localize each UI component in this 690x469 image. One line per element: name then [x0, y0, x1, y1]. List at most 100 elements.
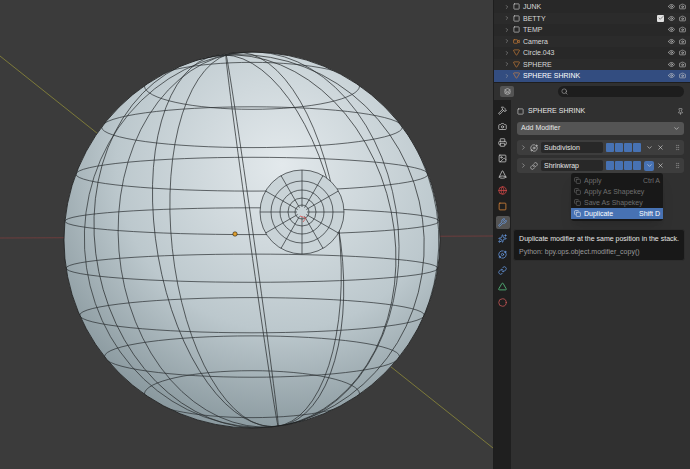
remove-icon[interactable]: [657, 144, 664, 151]
outliner-name[interactable]: SPHERE: [523, 61, 552, 68]
collapse-arrow-icon[interactable]: [520, 162, 527, 169]
remove-icon[interactable]: [657, 162, 664, 169]
outliner-name[interactable]: BETTY: [523, 15, 546, 22]
menu-item[interactable]: ApplyCtrl A: [571, 175, 663, 186]
pin-icon[interactable]: [677, 108, 684, 115]
outliner-row[interactable]: Camera: [494, 36, 690, 48]
viewport[interactable]: [0, 0, 493, 469]
outliner-row[interactable]: JUNK: [494, 1, 690, 13]
eye-icon[interactable]: [668, 49, 675, 56]
properties-tab[interactable]: [496, 200, 510, 213]
modifier-menu-button[interactable]: [644, 143, 654, 153]
viewport-toggle[interactable]: [624, 161, 632, 170]
mesh-object-icon: [513, 61, 520, 68]
eye-icon[interactable]: [668, 15, 675, 22]
modifier-name-field[interactable]: Shrinkwrap: [541, 160, 603, 171]
modifier-tab-content: SPHERE SHRINK Add Modifier Subdivision Shri…: [511, 100, 690, 469]
render-camera-icon[interactable]: [679, 72, 686, 79]
outliner-row[interactable]: SPHERE SHRINK: [494, 70, 690, 82]
viewport-toggle[interactable]: [624, 143, 632, 152]
modifier-toggles: [606, 161, 641, 170]
render-camera-icon[interactable]: [679, 49, 686, 56]
mesh-object-icon: [513, 49, 520, 56]
row-toggles: [668, 72, 686, 79]
outliner-name[interactable]: TEMP: [523, 26, 542, 33]
render-camera-icon[interactable]: [679, 38, 686, 45]
eye-icon[interactable]: [668, 3, 675, 10]
render-camera-icon[interactable]: [679, 3, 686, 10]
modifier-name-field[interactable]: Subdivision: [541, 142, 603, 153]
eye-icon[interactable]: [668, 38, 675, 45]
view-layer-icon: [498, 154, 507, 163]
expand-arrow-icon[interactable]: [504, 15, 510, 21]
expand-arrow-icon[interactable]: [504, 27, 510, 33]
object-name: SPHERE SHRINK: [528, 106, 585, 117]
physics-icon: [498, 250, 507, 259]
drag-handle-icon[interactable]: [674, 144, 681, 151]
properties-tab[interactable]: [496, 232, 510, 245]
world-icon: [498, 186, 507, 195]
row-toggles: [668, 38, 686, 45]
expand-arrow-icon[interactable]: [504, 4, 510, 10]
render-toggle[interactable]: [633, 161, 641, 170]
expand-arrow-icon[interactable]: [504, 73, 510, 79]
eye-icon[interactable]: [668, 61, 675, 68]
menu-item-icon: [574, 199, 581, 206]
properties-tab[interactable]: [496, 184, 510, 197]
edit-toggle[interactable]: [606, 161, 614, 170]
outliner-row[interactable]: TEMP: [494, 24, 690, 36]
blender-window: JUNK BETTY TEMP Camera Circle.043 SPHERE SPHER…: [0, 0, 690, 469]
outliner-row[interactable]: SPHERE: [494, 59, 690, 71]
render-toggle[interactable]: [633, 143, 641, 152]
properties-tab[interactable]: [496, 296, 510, 309]
menu-item[interactable]: Save As Shapekey: [571, 197, 663, 208]
search-field[interactable]: [558, 86, 684, 97]
outliner-row[interactable]: Circle.043: [494, 47, 690, 59]
outliner-name[interactable]: JUNK: [523, 3, 541, 10]
outliner-name[interactable]: SPHERE SHRINK: [523, 72, 580, 79]
properties-tab[interactable]: [496, 152, 510, 165]
outliner-name[interactable]: Circle.043: [523, 49, 555, 56]
properties-tab[interactable]: [496, 216, 510, 229]
render-camera-icon[interactable]: [679, 15, 686, 22]
properties-tab[interactable]: [496, 168, 510, 181]
exclude-checkbox[interactable]: [657, 15, 664, 22]
add-modifier-dropdown[interactable]: Add Modifier: [517, 122, 684, 135]
properties-tab[interactable]: [496, 104, 510, 117]
render-camera-icon[interactable]: [679, 61, 686, 68]
menu-item-icon: [574, 188, 581, 195]
properties-tab[interactable]: [496, 280, 510, 293]
editor-type-icon: [504, 88, 511, 95]
expand-arrow-icon[interactable]: [504, 61, 510, 67]
properties-tab[interactable]: [496, 264, 510, 277]
menu-item-icon: [574, 177, 581, 184]
modifier-menu-button[interactable]: [644, 161, 654, 171]
menu-item[interactable]: DuplicateShift D: [571, 208, 663, 219]
editor-type-button[interactable]: [500, 86, 514, 97]
modifier-panel[interactable]: Subdivision: [517, 140, 684, 155]
expand-arrow-icon[interactable]: [504, 38, 510, 44]
drag-handle-icon[interactable]: [674, 162, 681, 169]
shrinkwrap-icon: [530, 162, 538, 170]
outliner-row[interactable]: BETTY: [494, 13, 690, 25]
properties-tab[interactable]: [496, 120, 510, 133]
cage-toggle[interactable]: [615, 161, 623, 170]
cage-toggle[interactable]: [615, 143, 623, 152]
properties-editor: SPHERE SHRINK Add Modifier Subdivision Shri…: [494, 82, 690, 469]
collapse-arrow-icon[interactable]: [520, 144, 527, 151]
menu-item[interactable]: Apply As Shapekey: [571, 186, 663, 197]
render-camera-icon[interactable]: [679, 26, 686, 33]
sphere-mesh-icon[interactable]: [0, 0, 493, 469]
row-toggles: [668, 3, 686, 10]
add-modifier-label: Add Modifier: [521, 123, 560, 134]
edit-toggle[interactable]: [606, 143, 614, 152]
properties-tab[interactable]: [496, 248, 510, 261]
properties-header: [494, 82, 690, 100]
outliner-name[interactable]: Camera: [523, 38, 548, 45]
expand-arrow-icon[interactable]: [504, 50, 510, 56]
collection-icon: [513, 15, 520, 22]
eye-icon[interactable]: [668, 72, 675, 79]
properties-tab[interactable]: [496, 136, 510, 149]
eye-icon[interactable]: [668, 26, 675, 33]
modifier-panel[interactable]: Shrinkwrap: [517, 158, 684, 173]
